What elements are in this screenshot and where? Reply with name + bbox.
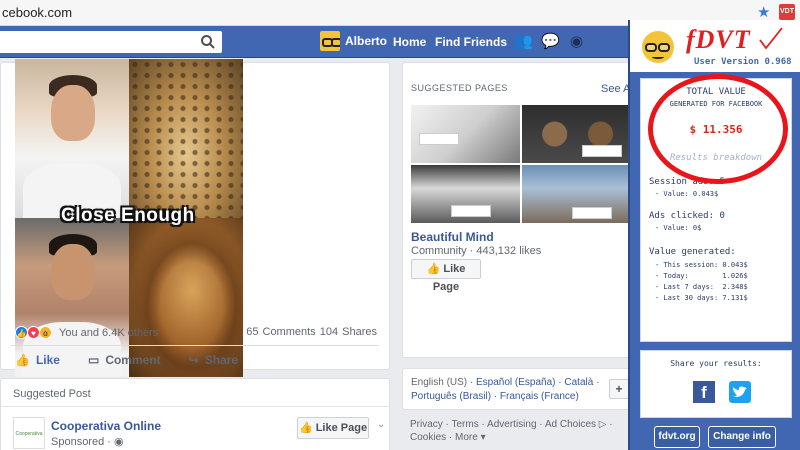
leopard-photo [129, 59, 243, 218]
chevron-down-icon[interactable]: ⌄ [377, 419, 385, 430]
url-text[interactable]: cebook.com [2, 5, 72, 20]
reactions-text: You and 6.4K others [59, 326, 159, 339]
share-button[interactable]: ↪ Share [189, 353, 238, 367]
fdvt-header: fDVT User Version 0.968 [630, 20, 800, 72]
friend-requests-icon[interactable]: 👥 [514, 33, 533, 50]
suggested-post-title: Suggested Post [13, 388, 91, 400]
user-name: Alberto [345, 34, 387, 48]
cover-photo-2 [522, 105, 631, 163]
image-caption: Close Enough [61, 205, 195, 226]
nerd-emoji-icon [642, 31, 674, 63]
post-actions: 👍 Like ▭ Comment ↪ Share [15, 353, 238, 367]
share-label: Share [204, 353, 239, 367]
value-generated-title: Value generated: [649, 247, 736, 257]
like-label: Like [35, 353, 60, 367]
sponsored-text: Sponsored · [51, 436, 114, 448]
like-button[interactable]: 👍 Like [15, 353, 60, 367]
ads-clicked: Ads clicked: 0 [649, 211, 725, 221]
cover-photo-3 [411, 165, 520, 223]
sponsored-page-name[interactable]: Cooperativa Online [51, 419, 161, 433]
fdvt-website-button[interactable]: fdvt.org ↗ [654, 426, 700, 448]
page-logo[interactable]: Cooperativa [13, 417, 45, 449]
wow-reaction-icon: o [39, 326, 52, 339]
suggested-pages-title: SUGGESTED PAGES [411, 83, 508, 93]
divider [1, 406, 389, 407]
like-page-button[interactable]: 👍 Like Page [411, 259, 481, 293]
bookmark-star-icon[interactable]: ★ [757, 3, 770, 21]
globe-icon: ◉ [113, 436, 124, 448]
highlight-circle [648, 74, 788, 184]
ads-clicked-value: - Value: 0$ [655, 224, 702, 232]
globe-notifications-icon[interactable]: ◉ [568, 33, 585, 50]
see-all-link[interactable]: See A [601, 83, 630, 95]
comment-label: Comment [105, 353, 161, 367]
sponsored-label: Sponsored · ◉ [51, 435, 124, 448]
session-ads-value: - Value: 0.043$ [655, 190, 719, 198]
cover-photo-4 [522, 165, 631, 223]
facebook-share-icon[interactable]: f [693, 381, 715, 403]
checkmark-icon [759, 27, 783, 50]
suggested-page-meta: Community · 443,132 likes [411, 245, 542, 257]
fdvt-share-panel: Share your results: f [640, 350, 792, 418]
value-today: - Today: 1.026$ [655, 272, 748, 280]
value-last-7-days: - Last 7 days: 2.348$ [655, 283, 748, 291]
search-input[interactable] [0, 31, 222, 53]
fdvt-version: User Version 0.968 [694, 57, 792, 67]
cover-photo-1 [411, 105, 520, 163]
profile-link[interactable]: Alberto [320, 31, 387, 51]
messages-icon[interactable]: 💬 [541, 33, 560, 50]
reactions-summary[interactable]: 👍 ♥ o You and 6.4K others [15, 326, 158, 339]
feed-post: Close Enough 👍 ♥ o You and 6.4K others 6… [0, 59, 390, 377]
thumbs-up-icon: 👍 [15, 353, 30, 367]
suggested-post: Suggested Post Cooperativa Cooperativa O… [0, 378, 390, 450]
search-icon[interactable] [200, 34, 216, 50]
suggested-pages: SUGGESTED PAGES See A Beautiful Mind Com… [402, 62, 640, 358]
player-photo-top [15, 59, 129, 223]
share-title: Share your results: [670, 359, 762, 368]
avatar [320, 31, 340, 51]
facebook-top-bar: Alberto Home Find Friends 👥 💬 ◉ [0, 26, 630, 58]
value-last-30-days: - Last 30 days: 7.131$ [655, 294, 748, 302]
fdvt-logo: fDVT [686, 25, 751, 54]
value-this-session: - This session: 0.043$ [655, 261, 748, 269]
fdvt-extension-icon[interactable]: VDT [779, 4, 795, 20]
footer-links[interactable]: Privacy · Terms · Advertising · Ad Choic… [410, 418, 640, 444]
language-line-2[interactable]: Português (Brasil) · Français (France) [411, 391, 579, 402]
share-icon: ↪ [188, 353, 199, 367]
twitter-share-icon[interactable] [729, 381, 751, 403]
like-page-label: Like Page [315, 422, 368, 434]
notification-icons: 👥 💬 ◉ [514, 33, 585, 50]
comment-button[interactable]: ▭ Comment [88, 353, 161, 367]
suggested-page-name[interactable]: Beautiful Mind [411, 230, 494, 244]
like-page-button[interactable]: 👍 Like Page [297, 417, 369, 439]
divider [11, 345, 379, 346]
language-line-1[interactable]: English (US) · Español (España) · Català… [411, 377, 599, 388]
language-selector: English (US) · Español (España) · Català… [402, 368, 640, 410]
change-info-button[interactable]: Change info © [708, 426, 776, 448]
nav-find-friends[interactable]: Find Friends [435, 35, 507, 49]
like-page-label: Like Page [432, 263, 466, 293]
current-language: English (US) · [411, 377, 477, 388]
language-options: Español (España) · Català · [476, 377, 600, 388]
add-language-button[interactable]: + [609, 379, 629, 399]
page-cover-grid[interactable] [411, 105, 633, 223]
comment-icon: ▭ [87, 353, 100, 367]
nav-home[interactable]: Home [393, 35, 426, 49]
comments-shares-count[interactable]: 65 Comments 104 Shares [246, 326, 377, 338]
